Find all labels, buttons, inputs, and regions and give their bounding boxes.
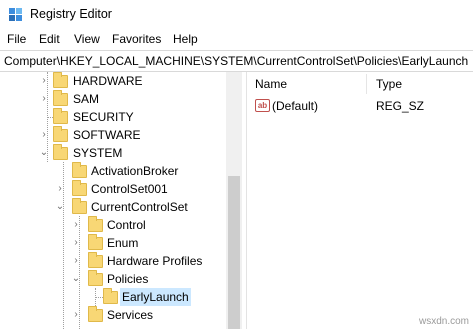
tree-node-control[interactable]: › Control bbox=[0, 216, 230, 234]
folder-icon bbox=[72, 162, 87, 178]
string-value-icon: ab bbox=[255, 99, 270, 112]
tree-node-hardware[interactable]: › HARDWARE bbox=[0, 72, 230, 90]
value-type: REG_SZ bbox=[376, 99, 425, 113]
tree-node-label: EarlyLaunch bbox=[120, 288, 191, 306]
menu-file[interactable]: File bbox=[7, 32, 26, 46]
folder-open-icon bbox=[72, 198, 87, 214]
folder-icon bbox=[53, 126, 68, 142]
tree-node-controlset001[interactable]: › ControlSet001 bbox=[0, 180, 230, 198]
title-bar: Registry Editor bbox=[0, 0, 473, 29]
tree-node-label: Policies bbox=[107, 272, 149, 286]
tree-node-label: CurrentControlSet bbox=[91, 200, 188, 214]
tree-node-hardware-profiles[interactable]: › Hardware Profiles bbox=[0, 252, 230, 270]
menu-favorites[interactable]: Favorites bbox=[112, 32, 161, 46]
tree-node-policies[interactable]: ⌄ Policies bbox=[0, 270, 230, 288]
chevron-down-icon[interactable]: ⌄ bbox=[39, 148, 49, 158]
tree-connector-line bbox=[95, 297, 103, 298]
folder-icon bbox=[88, 306, 103, 322]
tree-scrollbar-thumb[interactable] bbox=[228, 176, 240, 329]
tree-node-currentcontrolset[interactable]: ⌄ CurrentControlSet bbox=[0, 198, 230, 216]
tree-node-label: Enum bbox=[107, 236, 139, 250]
tree-node-label: ControlSet001 bbox=[91, 182, 168, 196]
folder-open-icon bbox=[88, 270, 103, 286]
chevron-right-icon[interactable]: › bbox=[39, 94, 49, 104]
chevron-right-icon[interactable]: › bbox=[71, 310, 81, 320]
tree-node-label: Control bbox=[107, 218, 146, 232]
chevron-right-icon[interactable]: › bbox=[39, 76, 49, 86]
chevron-right-icon[interactable]: › bbox=[39, 130, 49, 140]
tree-node-label: SOFTWARE bbox=[73, 128, 141, 142]
address-path[interactable]: Computer\HKEY_LOCAL_MACHINE\SYSTEM\Curre… bbox=[4, 54, 468, 68]
tree-node-software[interactable]: › SOFTWARE bbox=[0, 126, 230, 144]
folder-icon bbox=[53, 108, 68, 124]
folder-icon bbox=[88, 234, 103, 250]
tree-node-label: SYSTEM bbox=[73, 146, 123, 160]
tree-node-security[interactable]: SECURITY bbox=[0, 108, 230, 126]
tree-node-earlylaunch[interactable]: EarlyLaunch bbox=[0, 288, 230, 306]
folder-icon bbox=[53, 90, 68, 106]
chevron-right-icon[interactable]: › bbox=[71, 256, 81, 266]
value-name: (Default) bbox=[272, 99, 319, 113]
tree-scrollbar[interactable] bbox=[226, 72, 242, 329]
folder-icon bbox=[88, 216, 103, 232]
folder-icon bbox=[53, 72, 68, 88]
folder-icon bbox=[88, 252, 103, 268]
folder-icon bbox=[72, 180, 87, 196]
tree-node-enum[interactable]: › Enum bbox=[0, 234, 230, 252]
chevron-down-icon[interactable]: ⌄ bbox=[55, 202, 65, 212]
menu-help[interactable]: Help bbox=[173, 32, 198, 46]
tree-node-sam[interactable]: › SAM bbox=[0, 90, 230, 108]
tree-node-label: HARDWARE bbox=[73, 74, 143, 88]
chevron-right-icon[interactable]: › bbox=[55, 184, 65, 194]
tree-node-label: Services bbox=[107, 308, 154, 322]
address-bar[interactable]: Computer\HKEY_LOCAL_MACHINE\SYSTEM\Curre… bbox=[0, 50, 473, 72]
column-divider[interactable] bbox=[366, 74, 367, 94]
tree-node-label: SECURITY bbox=[73, 110, 134, 124]
tree-node-activationbroker[interactable]: › ActivationBroker bbox=[0, 162, 230, 180]
chevron-down-icon[interactable]: ⌄ bbox=[71, 274, 81, 284]
key-tree[interactable]: › HARDWARE › SAM SECURITY › SOFTWARE ⌄ S… bbox=[0, 72, 242, 329]
value-row[interactable]: ab (Default) REG_SZ bbox=[247, 96, 473, 116]
watermark-text: wsxdn.com bbox=[418, 316, 469, 327]
menu-edit[interactable]: Edit bbox=[39, 32, 60, 46]
chevron-right-icon[interactable]: › bbox=[71, 238, 81, 248]
registry-editor-icon bbox=[9, 8, 22, 21]
column-header-name[interactable]: Name bbox=[247, 72, 366, 96]
menu-bar: File Edit View Favorites Help bbox=[0, 29, 473, 50]
tree-node-system[interactable]: ⌄ SYSTEM bbox=[0, 144, 230, 162]
menu-view[interactable]: View bbox=[74, 32, 100, 46]
tree-node-services[interactable]: › Services bbox=[0, 306, 230, 324]
column-header-type[interactable]: Type bbox=[368, 72, 473, 96]
values-list[interactable]: Name Type ab (Default) REG_SZ bbox=[247, 72, 473, 329]
tree-node-label: ActivationBroker bbox=[91, 164, 179, 178]
window-title: Registry Editor bbox=[30, 7, 112, 21]
folder-open-icon bbox=[53, 144, 68, 160]
folder-icon bbox=[103, 288, 118, 304]
tree-node-label: SAM bbox=[73, 92, 100, 106]
chevron-right-icon[interactable]: › bbox=[71, 220, 81, 230]
tree-node-label: Hardware Profiles bbox=[107, 254, 203, 268]
